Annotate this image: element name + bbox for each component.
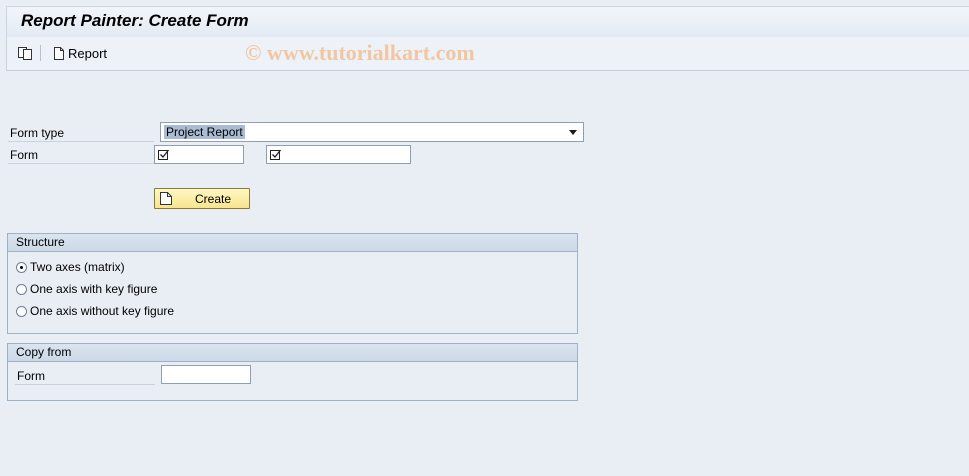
row-underline (15, 384, 155, 385)
form-input-1[interactable] (154, 145, 244, 164)
radio-button[interactable] (16, 305, 27, 317)
document-icon (54, 47, 64, 60)
structure-option-one-axis-key-figure[interactable]: One axis with key figure (16, 282, 157, 296)
structure-option-one-axis-no-key-figure[interactable]: One axis without key figure (16, 304, 174, 318)
form-type-dropdown[interactable]: Project Report (160, 122, 584, 142)
structure-group-title: Structure (8, 234, 577, 252)
form-type-label: Form type (10, 126, 65, 140)
copy-from-group: Copy from Form (7, 343, 578, 401)
required-checkbox-icon (270, 149, 282, 160)
structure-option-label: One axis without key figure (30, 304, 175, 318)
chevron-down-icon[interactable] (569, 130, 577, 135)
copy-from-form-input[interactable] (161, 365, 251, 384)
required-checkbox-icon (158, 149, 170, 160)
structure-option-label: One axis with key figure (30, 282, 158, 296)
form-input-2[interactable] (266, 145, 411, 164)
radio-button[interactable] (16, 261, 27, 273)
form-label: Form (10, 148, 38, 162)
row-underline (8, 141, 154, 142)
watermark: © www.tutorialkart.com (245, 40, 475, 65)
create-button-label: Create (195, 192, 232, 206)
report-button[interactable]: Report (53, 45, 107, 62)
copy-from-form-label: Form (17, 369, 45, 383)
structure-group: Structure Two axes (matrix) One axis wit… (7, 233, 578, 334)
copy-window-icon[interactable] (17, 46, 33, 60)
document-icon (160, 192, 172, 205)
structure-option-two-axes[interactable]: Two axes (matrix) (16, 260, 125, 274)
row-underline (8, 163, 154, 164)
toolbar-separator (40, 45, 41, 61)
create-button[interactable]: Create (154, 188, 250, 209)
main-content: Form type Project Report Form Create Str… (6, 71, 969, 476)
title-bar: Report Painter: Create Form (6, 6, 969, 37)
application-toolbar: Report (6, 37, 969, 71)
report-button-label: Report (68, 46, 108, 61)
form-type-value: Project Report (164, 125, 245, 139)
structure-option-label: Two axes (matrix) (30, 260, 125, 274)
window-title: Report Painter: Create Form (21, 11, 249, 30)
copy-from-group-title: Copy from (8, 344, 577, 362)
radio-button[interactable] (16, 283, 27, 295)
